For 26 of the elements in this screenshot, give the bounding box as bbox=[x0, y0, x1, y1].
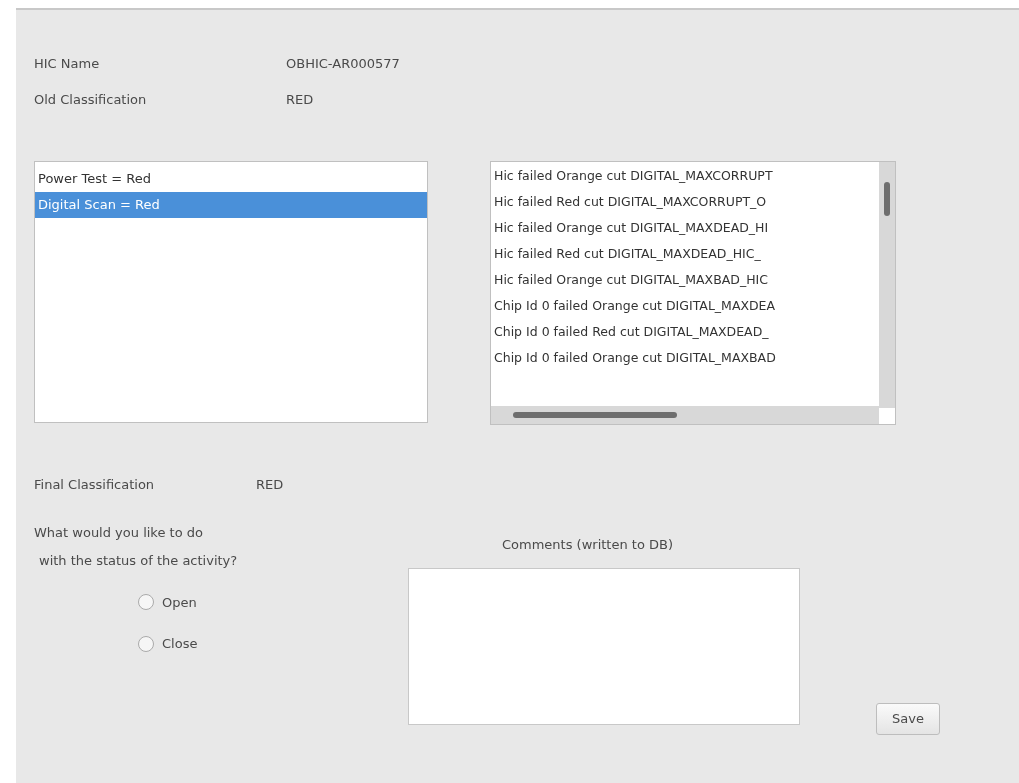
horizontal-scrollbar[interactable] bbox=[491, 406, 879, 424]
question-text: What would you like to do bbox=[34, 523, 204, 542]
radio-option[interactable]: Close bbox=[138, 634, 198, 654]
message-line: Chip Id 0 failed Red cut DIGITAL_MAXDEAD_ bbox=[494, 322, 769, 341]
message-line: Hic failed Red cut DIGITAL_MAXCORRUPT_O bbox=[494, 192, 767, 211]
field-value: RED bbox=[256, 476, 284, 494]
comments-label: Comments (written to DB) bbox=[502, 535, 673, 554]
message-line: Hic failed Orange cut DIGITAL_MAXDEAD_HI bbox=[494, 218, 769, 237]
vertical-scrollbar[interactable] bbox=[879, 162, 895, 408]
field-label: Final Classification bbox=[34, 476, 156, 494]
save-button[interactable]: Save bbox=[876, 703, 940, 735]
message-line: Hic failed Orange cut DIGITAL_MAXCORRUPT bbox=[494, 166, 773, 185]
message-line: Hic failed Red cut DIGITAL_MAXDEAD_HIC_ bbox=[494, 244, 761, 263]
message-line: Chip Id 0 failed Orange cut DIGITAL_MAXBAD bbox=[494, 348, 776, 367]
field-label: HIC Name bbox=[34, 55, 101, 73]
radio-icon[interactable] bbox=[138, 594, 154, 611]
message-line: Chip Id 0 failed Orange cut DIGITAL_MAXDEA bbox=[494, 296, 776, 315]
message-line: Hic failed Orange cut DIGITAL_MAXBAD_HIC bbox=[494, 270, 768, 289]
question-text: with the status of the activity? bbox=[39, 551, 239, 570]
field-value: OBHIC-AR000577 bbox=[286, 55, 400, 73]
field-label: Old Classification bbox=[34, 90, 148, 109]
radio-icon[interactable] bbox=[138, 635, 154, 652]
list-item[interactable]: Power Test = Red bbox=[35, 166, 427, 192]
comments-field[interactable] bbox=[408, 568, 800, 725]
field-value: RED bbox=[286, 90, 314, 109]
radio-option[interactable]: Open bbox=[138, 592, 197, 612]
